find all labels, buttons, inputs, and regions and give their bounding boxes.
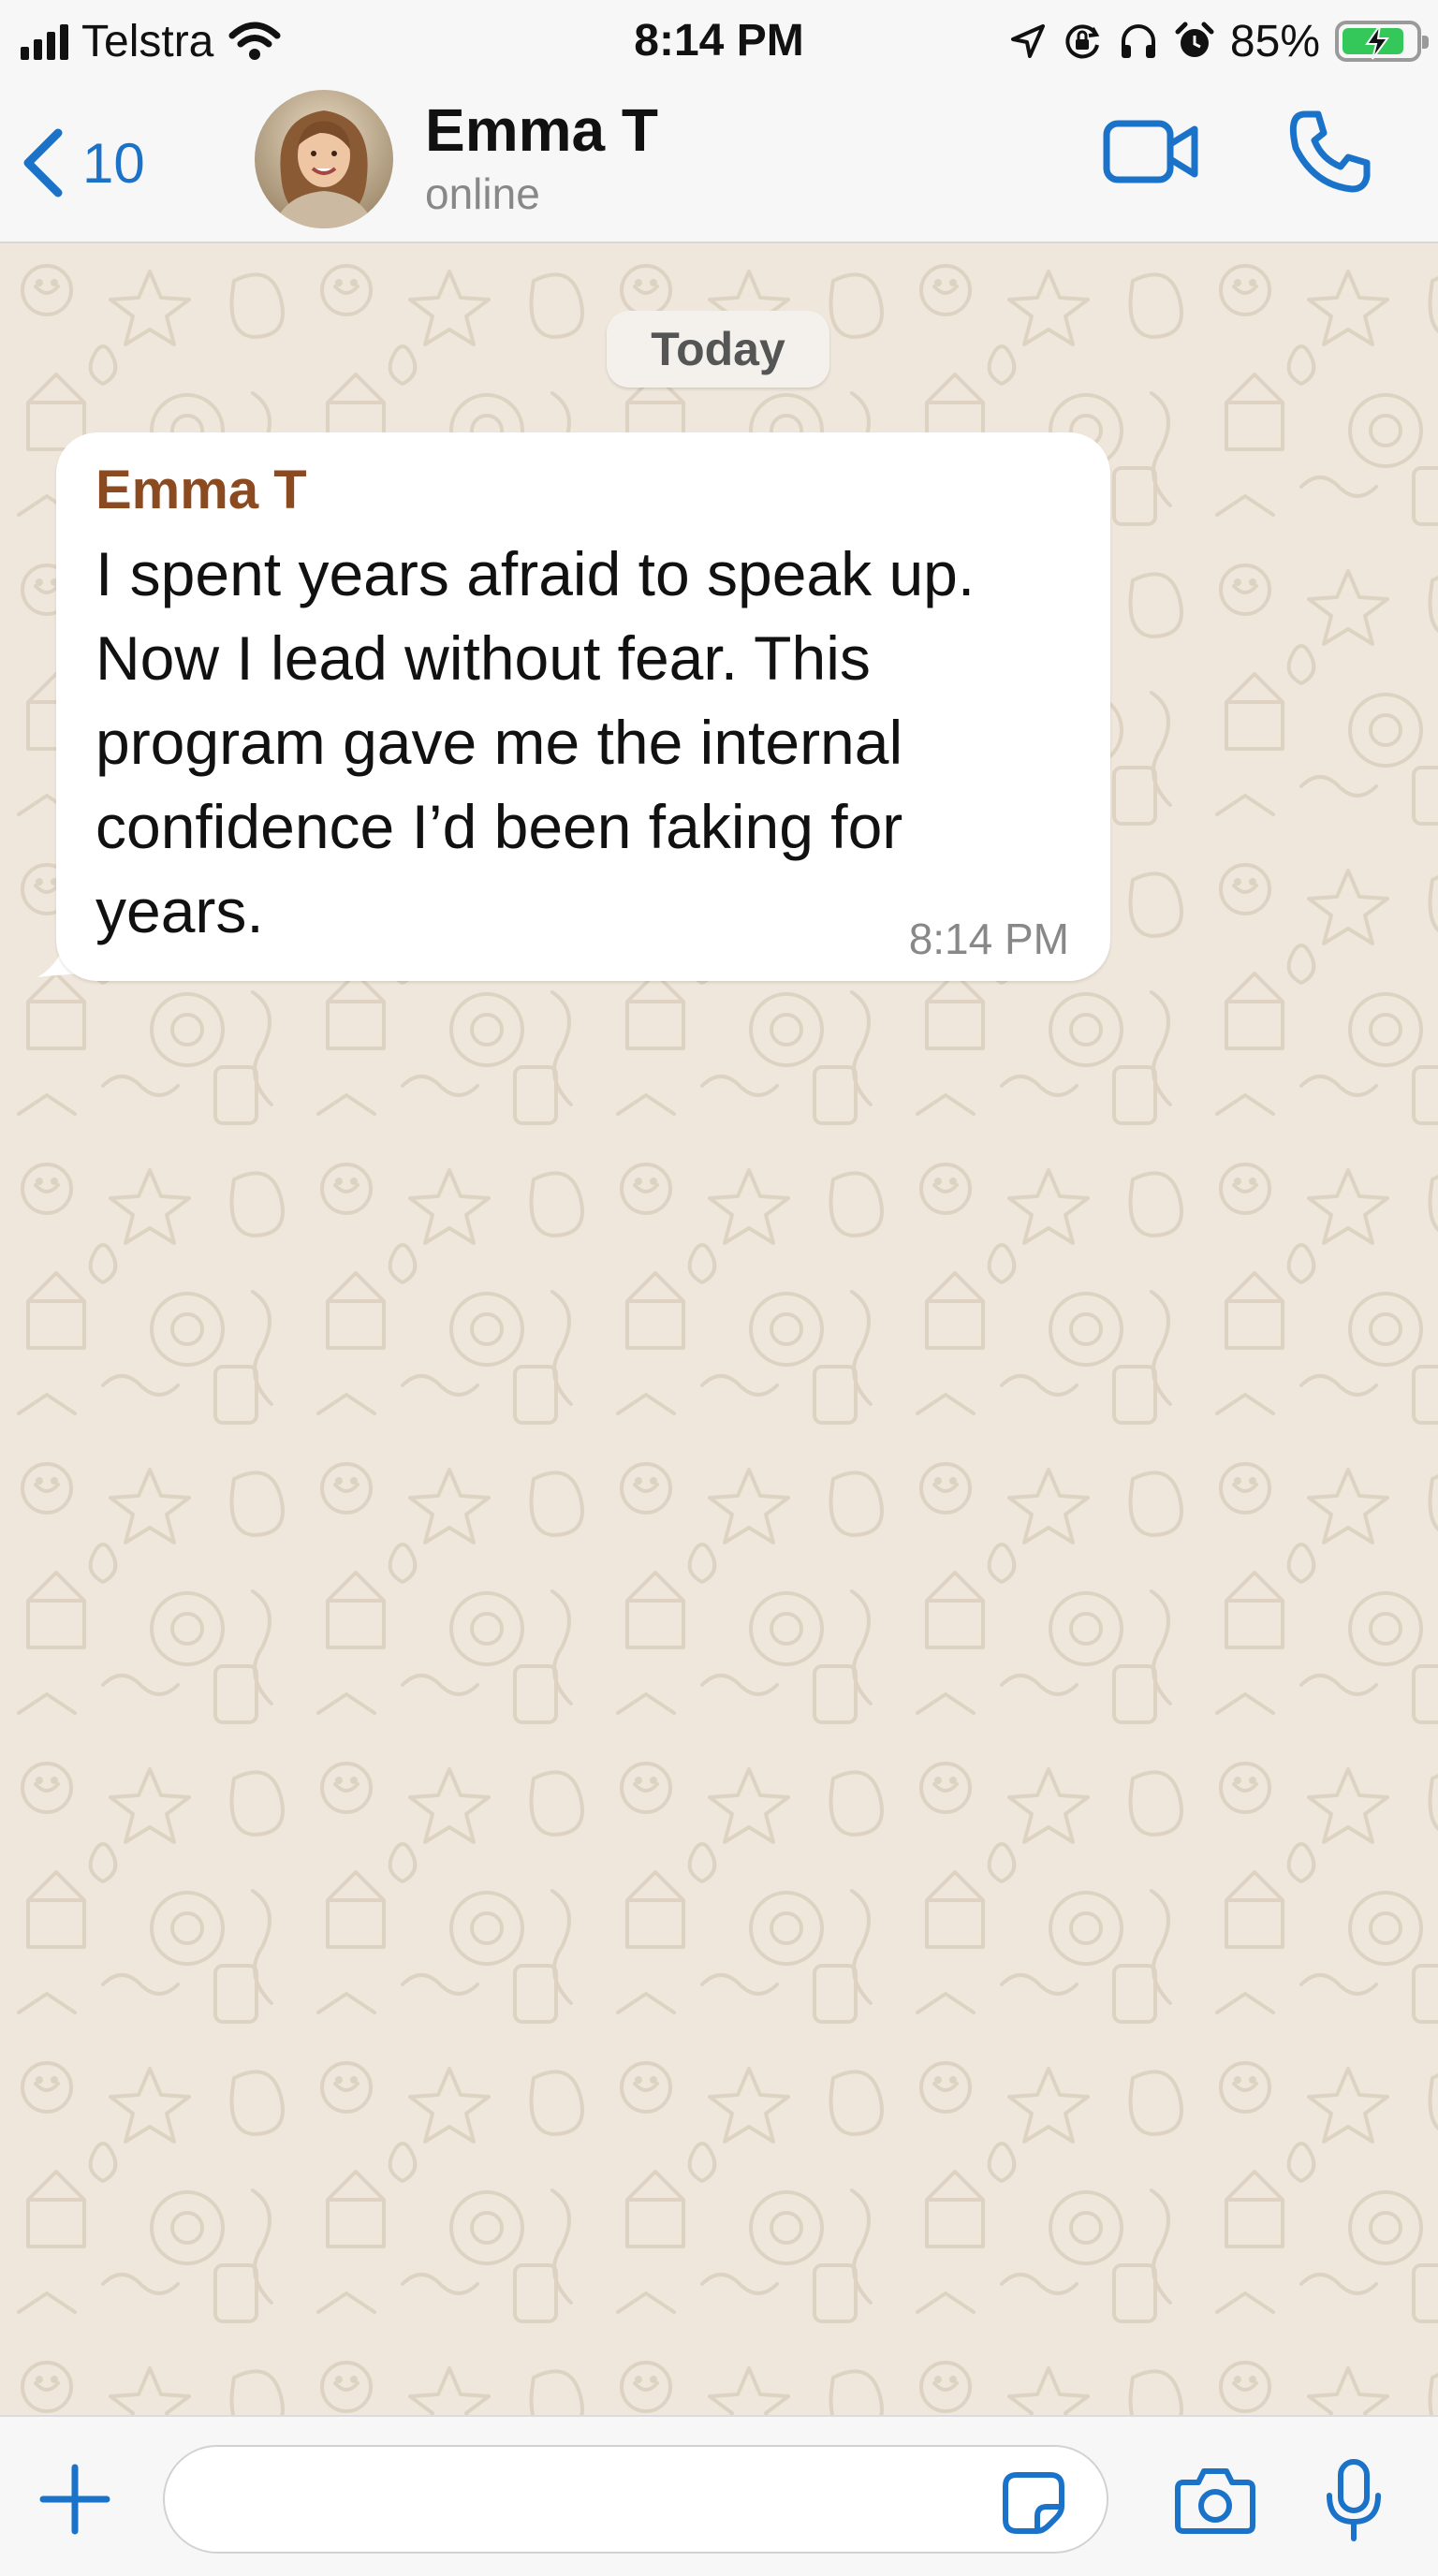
battery-percent: 85% [1229, 16, 1320, 66]
voice-message-button[interactable] [1324, 2458, 1384, 2549]
sticker-icon [1003, 2472, 1064, 2534]
chevron-left-icon [23, 128, 63, 198]
message-field[interactable] [163, 2445, 1108, 2554]
microphone-icon [1327, 2459, 1381, 2541]
message-input[interactable] [202, 2456, 951, 2544]
phone-icon [1289, 110, 1371, 193]
status-right: 85% [1009, 11, 1429, 71]
chat-header: 10 Emma T online [0, 84, 1438, 243]
charging-bolt-icon [1365, 24, 1389, 60]
video-camera-icon [1103, 120, 1198, 183]
sticker-button[interactable] [1000, 2469, 1067, 2541]
attach-button[interactable] [37, 2462, 112, 2541]
voice-call-button[interactable] [1286, 109, 1372, 199]
location-arrow-icon [1010, 24, 1045, 58]
camera-button[interactable] [1174, 2466, 1256, 2539]
contact-name[interactable]: Emma T [425, 95, 658, 165]
battery-charging-icon [1335, 21, 1429, 62]
date-separator: Today [607, 311, 829, 388]
contact-status: online [425, 169, 540, 218]
plus-icon [39, 2464, 110, 2535]
message-text: I spent years afraid to speak up. Now I … [95, 539, 976, 945]
unread-count: 10 [82, 131, 145, 195]
orientation-lock-icon [1065, 24, 1100, 59]
chat-area[interactable]: Today Emma T I spent years afraid to spe… [0, 243, 1438, 2415]
headphones-icon [1121, 24, 1155, 58]
status-bar: Telstra 8:14 PM 85% [0, 0, 1438, 84]
back-button[interactable]: 10 [21, 116, 145, 210]
camera-icon [1175, 2468, 1255, 2534]
message-bubble-incoming[interactable]: Emma T I spent years afraid to speak up.… [56, 432, 1110, 981]
avatar[interactable] [255, 90, 393, 228]
status-left: Telstra [21, 11, 281, 71]
signal-icon [21, 22, 68, 60]
carrier-name: Telstra [81, 16, 214, 66]
video-call-button[interactable] [1103, 114, 1200, 194]
wifi-icon [228, 22, 281, 60]
message-sender: Emma T [95, 460, 307, 520]
input-bar [0, 2415, 1438, 2576]
message-time: 8:14 PM [908, 915, 1069, 963]
alarm-icon [1175, 22, 1214, 57]
